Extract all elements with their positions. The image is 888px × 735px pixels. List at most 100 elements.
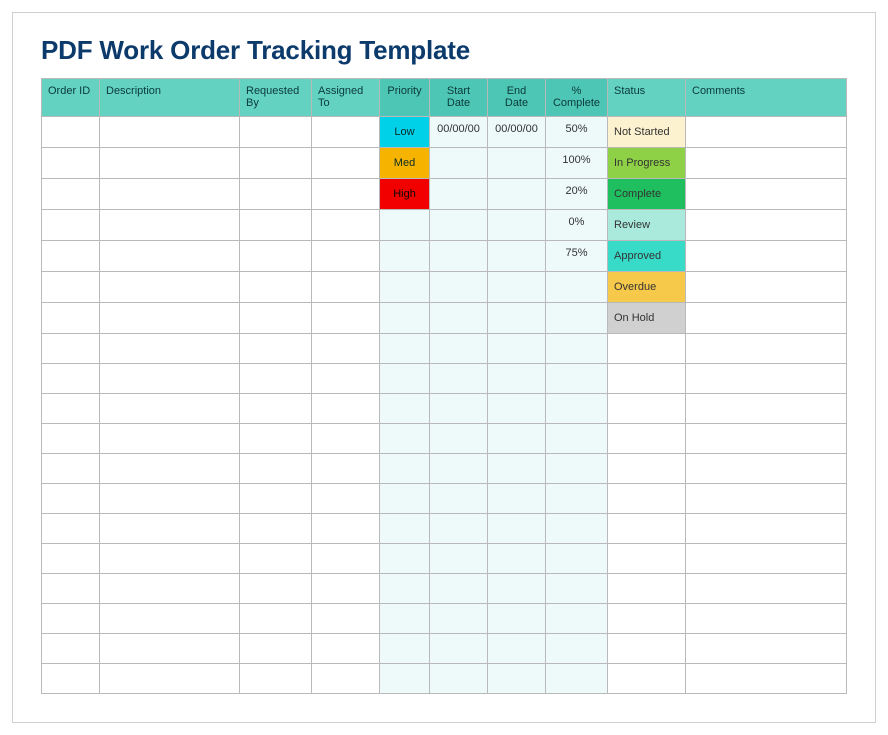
pct-complete: 100%: [546, 148, 608, 179]
start-date: [430, 364, 488, 394]
priority-cell: Med: [380, 148, 430, 179]
description: [100, 454, 240, 484]
order-id: [42, 664, 100, 694]
requested-by: [240, 303, 312, 334]
table-row: [42, 544, 847, 574]
priority-cell: [380, 394, 430, 424]
description: [100, 210, 240, 241]
priority-cell: [380, 364, 430, 394]
end-date: [488, 272, 546, 303]
requested-by: [240, 179, 312, 210]
requested-by: [240, 334, 312, 364]
comments: [686, 364, 847, 394]
priority-chip: Low: [380, 117, 429, 147]
order-id: [42, 484, 100, 514]
end-date: [488, 364, 546, 394]
description: [100, 574, 240, 604]
assigned-to: [312, 424, 380, 454]
assigned-to: [312, 574, 380, 604]
status-chip: In Progress: [608, 148, 685, 178]
end-date: [488, 210, 546, 241]
assigned-to: [312, 514, 380, 544]
pct-complete: [546, 364, 608, 394]
requested-by: [240, 394, 312, 424]
assigned-to: [312, 117, 380, 148]
status-cell: [608, 544, 686, 574]
order-id: [42, 241, 100, 272]
priority-cell: [380, 664, 430, 694]
table-row: [42, 514, 847, 544]
end-date: [488, 514, 546, 544]
comments: [686, 241, 847, 272]
status-cell: [608, 454, 686, 484]
description: [100, 424, 240, 454]
priority-cell: [380, 241, 430, 272]
table-row: [42, 634, 847, 664]
table-row: 75%Approved: [42, 241, 847, 272]
table-row: [42, 364, 847, 394]
comments: [686, 544, 847, 574]
start-date: [430, 241, 488, 272]
table-body: Low00/00/0000/00/0050%Not StartedMed 100%…: [42, 117, 847, 694]
order-id: [42, 148, 100, 179]
priority-cell: [380, 604, 430, 634]
order-id: [42, 454, 100, 484]
end-date: [488, 394, 546, 424]
end-date: [488, 303, 546, 334]
table-row: [42, 574, 847, 604]
work-order-table: Order ID Description Requested By Assign…: [41, 78, 847, 694]
comments: [686, 334, 847, 364]
pct-complete: [546, 394, 608, 424]
description: [100, 634, 240, 664]
comments: [686, 514, 847, 544]
priority-cell: [380, 424, 430, 454]
assigned-to: [312, 604, 380, 634]
requested-by: [240, 634, 312, 664]
document-page: PDF Work Order Tracking Template Order I…: [12, 12, 876, 723]
start-date: [430, 454, 488, 484]
table-row: Low00/00/0000/00/0050%Not Started: [42, 117, 847, 148]
status-cell: [608, 334, 686, 364]
requested-by: [240, 604, 312, 634]
status-cell: [608, 634, 686, 664]
table-row: [42, 604, 847, 634]
assigned-to: [312, 394, 380, 424]
start-date: [430, 394, 488, 424]
priority-cell: Low: [380, 117, 430, 148]
start-date: [430, 634, 488, 664]
comments: [686, 179, 847, 210]
comments: [686, 484, 847, 514]
status-cell: Approved: [608, 241, 686, 272]
priority-cell: [380, 210, 430, 241]
priority-cell: [380, 544, 430, 574]
end-date: [488, 241, 546, 272]
comments: [686, 272, 847, 303]
col-priority: Priority: [380, 79, 430, 117]
pct-complete: [546, 634, 608, 664]
start-date: [430, 514, 488, 544]
assigned-to: [312, 364, 380, 394]
status-cell: Not Started: [608, 117, 686, 148]
order-id: [42, 424, 100, 454]
order-id: [42, 604, 100, 634]
order-id: [42, 394, 100, 424]
assigned-to: [312, 664, 380, 694]
comments: [686, 604, 847, 634]
order-id: [42, 514, 100, 544]
start-date: 00/00/00: [430, 117, 488, 148]
pct-complete: [546, 514, 608, 544]
table-row: [42, 334, 847, 364]
assigned-to: [312, 148, 380, 179]
order-id: [42, 117, 100, 148]
start-date: [430, 544, 488, 574]
description: [100, 303, 240, 334]
requested-by: [240, 424, 312, 454]
description: [100, 241, 240, 272]
comments: [686, 664, 847, 694]
priority-chip: High: [380, 179, 429, 209]
requested-by: [240, 272, 312, 303]
priority-cell: [380, 334, 430, 364]
assigned-to: [312, 544, 380, 574]
comments: [686, 117, 847, 148]
status-chip: Overdue: [608, 272, 685, 302]
